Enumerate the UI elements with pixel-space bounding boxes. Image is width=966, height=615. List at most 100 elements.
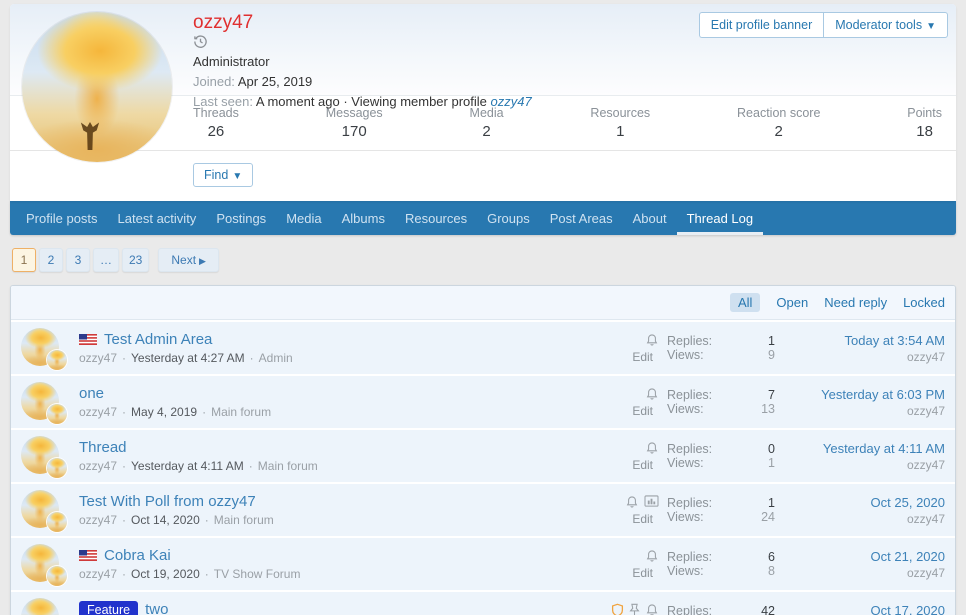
thread-meta: ozzy47·Yesterday at 4:27 AM·Admin [79, 351, 601, 365]
thread-forum[interactable]: Main forum [211, 405, 271, 419]
thread-avatar[interactable] [21, 382, 69, 422]
filter-locked[interactable]: Locked [903, 295, 945, 310]
edit-thread-link[interactable]: Edit [632, 350, 659, 364]
stat-resources[interactable]: Resources 1 [590, 106, 650, 140]
thread-date[interactable]: Yesterday at 4:27 AM [131, 351, 245, 365]
thread-meta: ozzy47·Yesterday at 4:11 AM·Main forum [79, 459, 601, 473]
stat-threads[interactable]: Threads 26 [193, 106, 239, 140]
last-post-date-link[interactable]: Oct 25, 2020 [775, 495, 945, 510]
next-arrow-icon: ▶ [199, 256, 206, 266]
viewing-profile-link[interactable]: ozzy47 [491, 94, 532, 109]
thread-row: Test Admin Area ozzy47·Yesterday at 4:27… [11, 320, 955, 374]
user-role: Administrator [193, 54, 532, 69]
tab-profile-posts[interactable]: Profile posts [16, 201, 108, 235]
next-page-button[interactable]: Next▶ [158, 248, 219, 272]
thread-avatar[interactable] [21, 328, 69, 368]
bell-icon[interactable] [645, 333, 659, 347]
page-button-3[interactable]: 3 [66, 248, 90, 272]
thread-author[interactable]: ozzy47 [79, 513, 117, 527]
pagination-top: 1 2 3 … 23 Next▶ [12, 248, 954, 272]
profile-head-info: ozzy47 Administrator Joined: Apr 25, 201… [193, 12, 532, 109]
thread-title-link[interactable]: one [79, 385, 104, 402]
last-post-author[interactable]: ozzy47 [775, 566, 945, 580]
us-flag-icon [79, 550, 97, 561]
thread-title-link[interactable]: Thread [79, 439, 127, 456]
last-post-date-link[interactable]: Yesterday at 6:03 PM [775, 387, 945, 402]
profile-tabbar: Profile posts Latest activity Postings M… [10, 201, 956, 235]
thread-title-link[interactable]: Test Admin Area [104, 331, 212, 348]
bell-icon[interactable] [625, 495, 639, 509]
thread-forum[interactable]: Main forum [258, 459, 318, 473]
thread-date[interactable]: May 4, 2019 [131, 405, 197, 419]
thread-actions: Edit [601, 495, 667, 526]
tab-about[interactable]: About [623, 201, 677, 235]
mini-avatar [47, 350, 67, 370]
page-button-1[interactable]: 1 [12, 248, 36, 272]
page-button-23[interactable]: 23 [122, 248, 149, 272]
thread-avatar[interactable] [21, 490, 69, 530]
page-ellipsis[interactable]: … [93, 248, 119, 272]
stat-reaction-score[interactable]: Reaction score 2 [737, 106, 820, 140]
tab-postings[interactable]: Postings [206, 201, 276, 235]
last-post-author[interactable]: ozzy47 [775, 512, 945, 526]
thread-last-post: Oct 21, 2020 ozzy47 [775, 549, 945, 580]
moderator-tools-button[interactable]: Moderator tools▼ [823, 12, 948, 38]
thread-date[interactable]: Oct 14, 2020 [131, 513, 200, 527]
mini-avatar [47, 404, 67, 424]
thread-avatar[interactable] [21, 436, 69, 476]
thread-forum[interactable]: Main forum [214, 513, 274, 527]
thread-author[interactable]: ozzy47 [79, 567, 117, 581]
views-count: 8 [768, 564, 775, 578]
bell-icon[interactable] [645, 441, 659, 455]
last-post-author[interactable]: ozzy47 [775, 350, 945, 364]
last-post-date-link[interactable]: Oct 21, 2020 [775, 549, 945, 564]
tab-albums[interactable]: Albums [332, 201, 395, 235]
thread-author[interactable]: ozzy47 [79, 405, 117, 419]
tab-thread-log[interactable]: Thread Log [677, 201, 764, 235]
edit-thread-link[interactable]: Edit [632, 566, 659, 580]
stat-media[interactable]: Media 2 [470, 106, 504, 140]
find-button[interactable]: Find▼ [193, 163, 253, 187]
edit-thread-link[interactable]: Edit [632, 404, 659, 418]
avatar[interactable] [22, 12, 172, 162]
last-post-date-link[interactable]: Today at 3:54 AM [775, 333, 945, 348]
bell-icon[interactable] [645, 549, 659, 563]
last-post-author[interactable]: ozzy47 [775, 458, 945, 472]
pin-icon [629, 603, 640, 615]
thread-date[interactable]: Yesterday at 4:11 AM [131, 459, 244, 473]
thread-actions: Edit [601, 441, 667, 472]
filter-all[interactable]: All [730, 293, 760, 312]
thread-title-link[interactable]: Cobra Kai [104, 547, 171, 564]
thread-title-link[interactable]: two [145, 601, 168, 615]
stat-messages[interactable]: Messages 170 [326, 106, 383, 140]
thread-main: Feature two ozzy47·May 18, 2019·Main for… [69, 601, 601, 615]
bell-icon[interactable] [645, 603, 659, 615]
thread-author[interactable]: ozzy47 [79, 459, 117, 473]
page-button-2[interactable]: 2 [39, 248, 63, 272]
edit-thread-link[interactable]: Edit [632, 458, 659, 472]
thread-author[interactable]: ozzy47 [79, 351, 117, 365]
thread-avatar[interactable] [21, 544, 69, 584]
thread-forum[interactable]: TV Show Forum [214, 567, 301, 581]
edit-thread-link[interactable]: Edit [632, 512, 659, 526]
thread-stats: Replies:6 Views:8 [667, 550, 775, 578]
username-history-icon[interactable] [193, 34, 532, 49]
stat-points[interactable]: Points 18 [907, 106, 942, 140]
tab-media[interactable]: Media [276, 201, 331, 235]
thread-title-link[interactable]: Test With Poll from ozzy47 [79, 493, 256, 510]
thread-date[interactable]: Oct 19, 2020 [131, 567, 200, 581]
filter-open[interactable]: Open [776, 295, 808, 310]
last-post-author[interactable]: ozzy47 [775, 404, 945, 418]
last-post-date-link[interactable]: Yesterday at 4:11 AM [775, 441, 945, 456]
filter-need-reply[interactable]: Need reply [824, 295, 887, 310]
thread-forum[interactable]: Admin [259, 351, 293, 365]
thread-avatar[interactable] [21, 598, 69, 615]
edit-profile-banner-button[interactable]: Edit profile banner [699, 12, 823, 38]
last-post-date-link[interactable]: Oct 17, 2020 [775, 603, 945, 615]
profile-header-card: ozzy47 Administrator Joined: Apr 25, 201… [10, 4, 956, 201]
tab-resources[interactable]: Resources [395, 201, 477, 235]
tab-latest-activity[interactable]: Latest activity [108, 201, 207, 235]
tab-post-areas[interactable]: Post Areas [540, 201, 623, 235]
bell-icon[interactable] [645, 387, 659, 401]
tab-groups[interactable]: Groups [477, 201, 540, 235]
